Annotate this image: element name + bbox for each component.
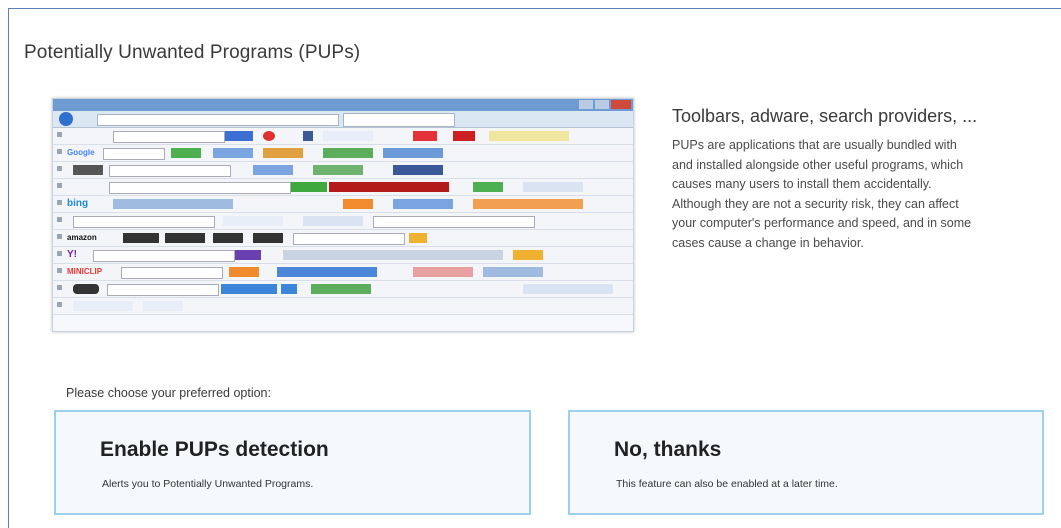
- enable-pups-title: Enable PUPs detection: [100, 438, 329, 461]
- screenshot-addressbar: [53, 111, 633, 128]
- toolbar-label-yahoo: Y!: [67, 249, 77, 260]
- info-line: cases cause a change in behavior.: [672, 235, 864, 250]
- enable-pups-button[interactable]: Enable PUPs detection Alerts you to Pote…: [54, 410, 531, 515]
- no-thanks-title: No, thanks: [614, 438, 722, 461]
- toolbar-label-google: Google: [67, 148, 95, 157]
- info-line: PUPs are applications that are usually b…: [672, 138, 957, 152]
- page-title: Potentially Unwanted Programs (PUPs): [24, 42, 361, 63]
- info-line: causes many users to install them accide…: [672, 177, 932, 191]
- enable-pups-subtitle: Alerts you to Potentially Unwanted Progr…: [102, 478, 314, 490]
- screenshot-titlebar: [53, 99, 633, 111]
- info-heading: Toolbars, adware, search providers, ...: [672, 106, 978, 126]
- toolbar-label-amazon: amazon: [67, 233, 97, 242]
- info-line: your computer's performance and speed, a…: [672, 216, 972, 230]
- back-arrow-icon: [59, 112, 73, 126]
- info-body: PUPs are applications that are usually b…: [672, 136, 1042, 253]
- browser-toolbars-screenshot: Google bing amazon Y! MINICLIP: [52, 98, 634, 332]
- no-thanks-button[interactable]: No, thanks This feature can also be enab…: [568, 410, 1044, 515]
- choice-prompt: Please choose your preferred option:: [66, 386, 271, 400]
- no-thanks-subtitle: This feature can also be enabled at a la…: [616, 478, 838, 490]
- toolbar-label-miniclip: MINICLIP: [67, 267, 103, 276]
- info-line: and installed alongside other useful pro…: [672, 157, 964, 172]
- toolbar-label-bing: bing: [67, 198, 89, 209]
- info-line: Although they are not a security risk, t…: [672, 196, 959, 211]
